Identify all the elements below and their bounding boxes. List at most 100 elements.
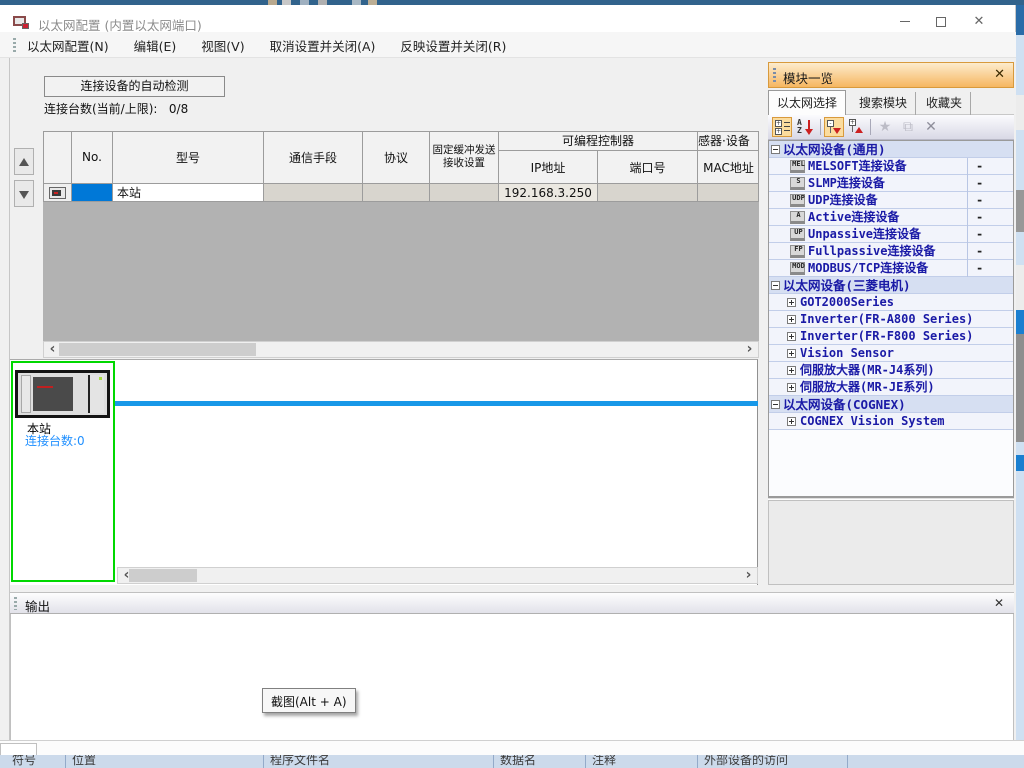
watch-col-external-access: 外部设备的访问 bbox=[704, 755, 788, 768]
expand-icon[interactable] bbox=[787, 298, 796, 307]
tree-section-ethernet-mitsubishi[interactable]: 以太网设备(三菱电机) bbox=[769, 277, 1013, 294]
watch-col-program-file: 程序文件名 bbox=[270, 755, 330, 768]
ethernet-trunk-line bbox=[113, 401, 758, 406]
scroll-right-icon[interactable]: › bbox=[741, 342, 758, 357]
tab-find-module[interactable]: 搜索模块 bbox=[851, 92, 916, 115]
display-order-icon[interactable]: ++ bbox=[772, 117, 792, 137]
auto-detect-button[interactable]: 连接设备的自动检测 bbox=[44, 76, 225, 97]
watch-col-position: 位置 bbox=[72, 755, 96, 768]
tree-item-unpassive[interactable]: UPUnpassive连接设备- bbox=[769, 226, 1013, 243]
collapse-icon[interactable] bbox=[771, 145, 780, 154]
move-row-down-button[interactable] bbox=[14, 180, 34, 207]
header-ip: IP地址 bbox=[499, 151, 598, 184]
header-mac: MAC地址 bbox=[698, 151, 759, 184]
close-button[interactable]: ✕ bbox=[962, 11, 996, 33]
toolbar-separator bbox=[820, 119, 821, 135]
module-list-toolbar: ++ A Z - + ★ ⧉ ✕ bbox=[768, 115, 1014, 140]
tree-item-udp[interactable]: UDPUDP连接设备- bbox=[769, 192, 1013, 209]
tree-branch-got2000[interactable]: GOT2000Series bbox=[769, 294, 1013, 311]
tree-branch-inverter-fra800[interactable]: Inverter(FR-A800 Series) bbox=[769, 311, 1013, 328]
background-window-row bbox=[0, 740, 1024, 755]
module-tree: 以太网设备(通用) MELMELSOFT连接设备- SSLMP连接设备- UDP… bbox=[768, 140, 1014, 497]
menu-view[interactable]: 视图(V) bbox=[199, 33, 246, 58]
connection-count-label: 连接台数(当前/上限): bbox=[44, 102, 157, 116]
menu-reflect-and-close[interactable]: 反映设置并关闭(R) bbox=[398, 33, 508, 58]
delete-favorite-icon[interactable]: ✕ bbox=[921, 117, 941, 137]
expand-icon[interactable] bbox=[787, 315, 796, 324]
tree-branch-cognex-vision[interactable]: COGNEX Vision System bbox=[769, 413, 1013, 430]
expand-icon[interactable] bbox=[787, 417, 796, 426]
tree-item-slmp[interactable]: SSLMP连接设备- bbox=[769, 175, 1013, 192]
favorite-star-icon[interactable]: ★ bbox=[875, 117, 895, 137]
header-fixed-buffer: 固定缓冲发送接收设置 bbox=[430, 131, 499, 184]
station-mini-icon bbox=[49, 187, 66, 199]
header-selector bbox=[43, 131, 72, 184]
add-favorite-icon[interactable]: ⧉ bbox=[898, 117, 918, 137]
tree-item-fullpassive[interactable]: FPFullpassive连接设备- bbox=[769, 243, 1013, 260]
output-grip[interactable] bbox=[14, 597, 17, 610]
table-scroll-thumb[interactable] bbox=[59, 343, 256, 356]
panel-close-icon[interactable]: ✕ bbox=[994, 67, 1005, 82]
plc-module-image[interactable] bbox=[15, 370, 110, 418]
row-protocol-cell[interactable] bbox=[363, 184, 430, 202]
tree-section-ethernet-cognex[interactable]: 以太网设备(COGNEX) bbox=[769, 396, 1013, 413]
row-selector-cell[interactable] bbox=[43, 184, 72, 202]
output-panel-content[interactable] bbox=[10, 614, 1014, 740]
background-window-edge bbox=[1016, 5, 1024, 755]
canvas-scroll-thumb[interactable] bbox=[129, 569, 197, 582]
scroll-right-icon[interactable]: › bbox=[740, 568, 757, 583]
module-list-header: 模块一览 ✕ bbox=[768, 62, 1014, 88]
watch-col-comment: 注释 bbox=[592, 755, 616, 768]
menu-cancel-and-close[interactable]: 取消设置并关闭(A) bbox=[268, 33, 378, 58]
collapse-tree-icon[interactable]: - bbox=[824, 117, 844, 137]
expand-icon[interactable] bbox=[787, 332, 796, 341]
tree-branch-inverter-frf800[interactable]: Inverter(FR-F800 Series) bbox=[769, 328, 1013, 345]
header-plc-group: 可编程控制器 bbox=[499, 131, 698, 151]
device-table: No. 型号 通信手段 协议 固定缓冲发送接收设置 可编程控制器 IP地址 端口… bbox=[43, 131, 759, 202]
connection-count-value: 0/8 bbox=[169, 102, 188, 116]
module-list-title: 模块一览 bbox=[783, 68, 833, 87]
collapse-icon[interactable] bbox=[771, 400, 780, 409]
menubar-grip[interactable] bbox=[13, 38, 16, 52]
collapse-icon[interactable] bbox=[771, 281, 780, 290]
expand-icon[interactable] bbox=[787, 349, 796, 358]
row-mac-cell[interactable] bbox=[698, 184, 759, 202]
row-buffer-cell[interactable] bbox=[430, 184, 499, 202]
toolbar-separator bbox=[870, 119, 871, 135]
tree-branch-servo-mrj4[interactable]: 伺服放大器(MR-J4系列) bbox=[769, 362, 1013, 379]
header-model: 型号 bbox=[113, 131, 264, 184]
output-close-icon[interactable]: ✕ bbox=[994, 596, 1004, 610]
title-bar: 以太网配置 (内置以太网端口) ✕ bbox=[0, 5, 1016, 32]
background-watch-header: 符号 位置 程序文件名 数据名 注释 外部设备的访问 bbox=[0, 755, 1024, 768]
expand-icon[interactable] bbox=[787, 366, 796, 375]
ethernet-configuration-dialog: 以太网配置 (内置以太网端口) ✕ 以太网配置(N) 编辑(E) 视图(V) 取… bbox=[0, 0, 1024, 768]
tree-item-melsoft[interactable]: MELMELSOFT连接设备- bbox=[769, 158, 1013, 175]
watch-col-symbol: 符号 bbox=[12, 755, 36, 768]
sort-az-icon[interactable]: A Z bbox=[795, 117, 815, 137]
network-canvas[interactable] bbox=[10, 359, 758, 585]
move-row-up-button[interactable] bbox=[14, 148, 34, 175]
row-model-cell[interactable]: 本站 bbox=[113, 184, 264, 202]
module-icon: S bbox=[790, 177, 805, 190]
menu-ethernet-config[interactable]: 以太网配置(N) bbox=[25, 33, 111, 58]
tab-ethernet-selection[interactable]: 以太网选择 bbox=[768, 90, 846, 115]
expand-icon[interactable] bbox=[787, 383, 796, 392]
row-comm-cell[interactable] bbox=[264, 184, 363, 202]
row-port-cell[interactable] bbox=[598, 184, 698, 202]
tree-section-ethernet-general[interactable]: 以太网设备(通用) bbox=[769, 141, 1013, 158]
panel-grip[interactable] bbox=[773, 68, 776, 84]
row-no-cell-selected[interactable] bbox=[72, 184, 113, 202]
row-ip-cell[interactable]: 192.168.3.250 bbox=[499, 184, 598, 202]
canvas-hscrollbar[interactable]: ‹ › bbox=[117, 567, 758, 584]
menu-edit[interactable]: 编辑(E) bbox=[132, 33, 179, 58]
expand-tree-icon[interactable]: + bbox=[847, 117, 867, 137]
output-panel-header: 输出 ✕ bbox=[10, 592, 1014, 614]
minimize-button[interactable] bbox=[888, 11, 922, 33]
tab-favorites[interactable]: 收藏夹 bbox=[918, 92, 971, 115]
tree-branch-vision-sensor[interactable]: Vision Sensor bbox=[769, 345, 1013, 362]
table-hscrollbar[interactable]: ‹ › bbox=[43, 341, 759, 358]
tree-item-modbus[interactable]: MODMODBUS/TCP连接设备- bbox=[769, 260, 1013, 277]
maximize-button[interactable] bbox=[924, 11, 958, 33]
tree-item-active[interactable]: AActive连接设备- bbox=[769, 209, 1013, 226]
tree-branch-servo-mrje[interactable]: 伺服放大器(MR-JE系列) bbox=[769, 379, 1013, 396]
